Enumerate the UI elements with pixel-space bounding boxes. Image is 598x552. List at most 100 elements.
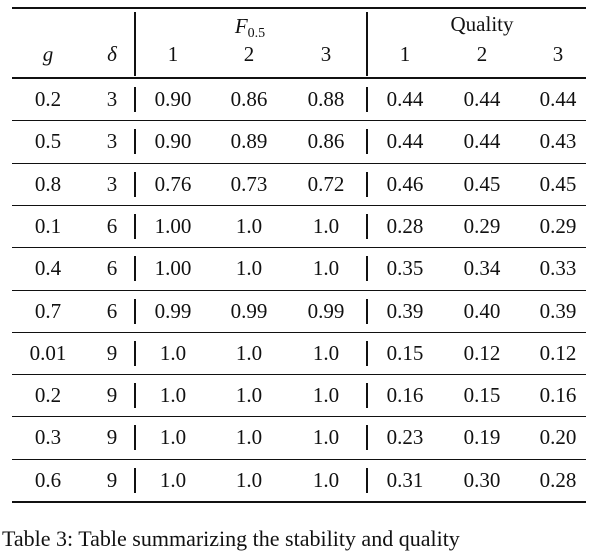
table-cell: 1.0: [312, 256, 340, 281]
table-cell: 0.76: [154, 171, 192, 196]
table-cell: 1.00: [154, 256, 192, 281]
row-rule: [12, 204, 586, 206]
table-cell: 0.39: [386, 298, 424, 323]
table-cell: 0.29: [463, 213, 501, 238]
column-separator: [366, 171, 368, 197]
table-cell: 0.28: [386, 213, 424, 238]
table-cell: 0.43: [539, 129, 577, 154]
column-separator: [366, 256, 368, 282]
table-cell: 0.99: [230, 298, 268, 323]
column-separator: [134, 425, 136, 451]
header-subcol: 3: [320, 42, 332, 66]
table-cell: 0.73: [230, 171, 268, 196]
table-cell: 1.0: [312, 340, 340, 365]
table-cell: 0.89: [230, 129, 268, 154]
table-cell: 9: [106, 425, 118, 450]
table-cell: 9: [106, 340, 118, 365]
column-separator: [366, 87, 368, 112]
table-cell: 0.5: [34, 129, 62, 154]
table-cell: 0.23: [386, 425, 424, 450]
column-separator: [134, 298, 136, 324]
table-cell: 0.12: [539, 340, 577, 365]
table-cell: 0.16: [539, 383, 577, 408]
table-cell: 1.0: [312, 213, 340, 238]
bottom-rule: [12, 501, 586, 503]
table-cell: 0.86: [230, 87, 268, 111]
table-cell: 0.12: [463, 340, 501, 365]
header-quality: Quality: [450, 12, 514, 36]
table-cell: 0.15: [463, 383, 501, 408]
row-rule: [12, 374, 586, 376]
table-cell: 0.30: [463, 467, 501, 492]
column-separator: [134, 213, 136, 239]
table-cell: 0.8: [34, 171, 62, 196]
column-separator: [134, 87, 136, 112]
table-cell: 0.34: [463, 256, 501, 281]
table-cell: 1.0: [235, 340, 263, 365]
table-cell: 6: [106, 298, 118, 323]
table-cell: 0.3: [34, 425, 62, 450]
table-cell: 1.0: [235, 383, 263, 408]
table-cell: 0.72: [307, 171, 345, 196]
column-separator: [366, 129, 368, 155]
table-cell: 0.01: [29, 340, 67, 365]
top-rule: [12, 7, 586, 9]
header-subcol: 1: [167, 42, 179, 66]
table-cell: 0.90: [154, 129, 192, 154]
header-subcol: 2: [476, 42, 488, 66]
column-separator: [134, 129, 136, 155]
table-cell: 1.0: [159, 340, 187, 365]
header-separator: [366, 12, 368, 76]
table-cell: 0.15: [386, 340, 424, 365]
table-cell: 6: [106, 213, 118, 238]
header-g: g: [42, 42, 54, 66]
table-cell: 9: [106, 467, 118, 492]
table-cell: 1.0: [235, 256, 263, 281]
table-cell: 1.0: [312, 467, 340, 492]
row-rule: [12, 458, 586, 460]
table-cell: 0.45: [539, 171, 577, 196]
column-separator: [366, 383, 368, 409]
table-cell: 1.0: [159, 383, 187, 408]
table-cell: 1.0: [235, 425, 263, 450]
table-cell: 0.40: [463, 298, 501, 323]
table-cell: 0.99: [307, 298, 345, 323]
table-cell: 1.0: [159, 467, 187, 492]
table-cell: 0.1: [34, 213, 62, 238]
table-cell: 0.44: [386, 129, 424, 154]
table-cell: 3: [106, 171, 118, 196]
table-cell: 0.45: [463, 171, 501, 196]
column-separator: [366, 213, 368, 239]
table-cell: 0.44: [539, 87, 577, 111]
table-cell: 0.7: [34, 298, 62, 323]
column-separator: [366, 340, 368, 366]
table-cell: 0.4: [34, 256, 62, 281]
table-cell: 1.0: [312, 425, 340, 450]
column-separator: [134, 171, 136, 197]
table-cell: 3: [106, 129, 118, 154]
table-cell: 1.0: [159, 425, 187, 450]
table-cell: 1.00: [154, 213, 192, 238]
column-separator: [134, 256, 136, 282]
header-separator: [134, 12, 136, 76]
table-cell: 0.86: [307, 129, 345, 154]
table-cell: 0.2: [34, 87, 62, 111]
table-cell: 0.28: [539, 467, 577, 492]
header-delta: δ: [107, 42, 117, 66]
table-cell: 0.20: [539, 425, 577, 450]
column-separator: [366, 467, 368, 493]
row-rule: [12, 162, 586, 164]
header-rule: [12, 77, 586, 79]
table-cell: 0.6: [34, 467, 62, 492]
table-cell: 0.33: [539, 256, 577, 281]
table-cell: 0.44: [386, 87, 424, 111]
row-rule: [12, 289, 586, 291]
table-cell: 0.88: [307, 87, 345, 111]
column-separator: [366, 298, 368, 324]
column-separator: [134, 383, 136, 409]
table-cell: 0.29: [539, 213, 577, 238]
table-cell: 0.90: [154, 87, 192, 111]
row-rule: [12, 416, 586, 418]
table-cell: 0.31: [386, 467, 424, 492]
header-subcol: 1: [399, 42, 411, 66]
